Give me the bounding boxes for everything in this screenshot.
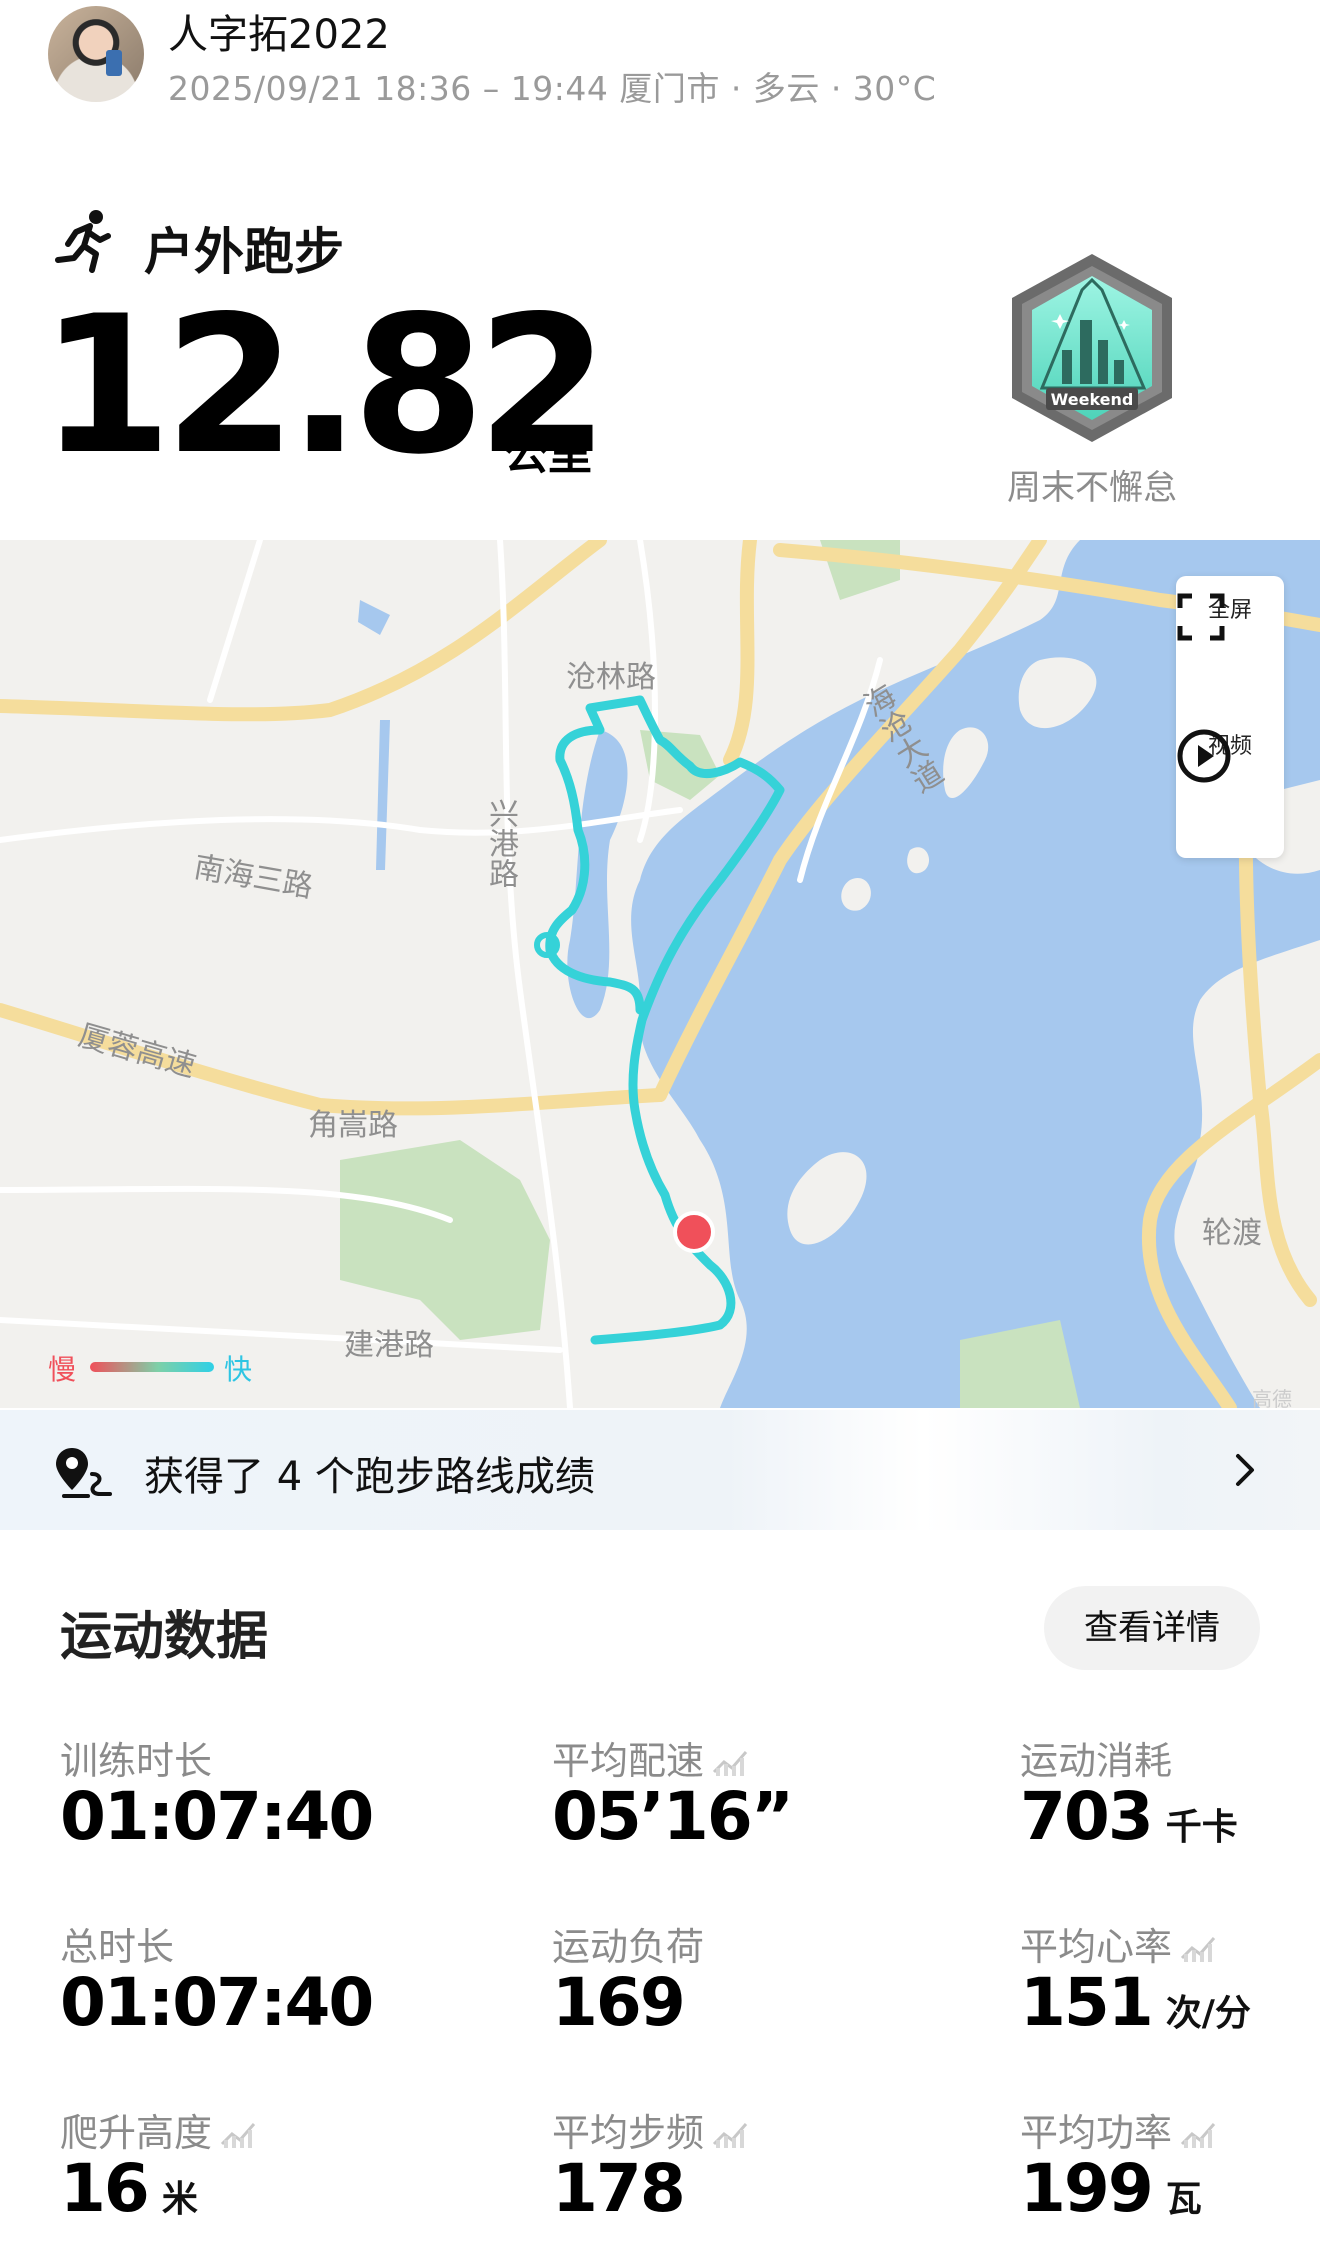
stat-label-text: 训练时长	[60, 1739, 213, 1783]
stat-label: 平均步频	[552, 2102, 748, 2157]
weekend-badge-icon[interactable]: Weekend	[1002, 250, 1182, 446]
running-icon	[55, 210, 111, 273]
play-icon	[1177, 729, 1231, 783]
stat-label: 运动消耗	[1020, 1730, 1172, 1785]
legend-fast-label: 快	[224, 1353, 253, 1386]
view-details-button[interactable]: 查看详情	[1044, 1586, 1260, 1670]
stat-item[interactable]: 平均配速 05’16”	[552, 1730, 952, 1900]
stat-value-text: 199	[1020, 2150, 1154, 2227]
stat-value: 151 次/分	[1020, 1964, 1251, 2041]
stat-label-text: 运动消耗	[1020, 1739, 1173, 1783]
stat-label-text: 平均心率	[1020, 1925, 1173, 1969]
chart-trend-icon[interactable]	[1180, 1927, 1216, 1962]
stat-value: 703 千卡	[1020, 1778, 1238, 1855]
stat-label-text: 平均步频	[552, 2111, 705, 2155]
stat-label-text: 平均功率	[1020, 2111, 1173, 2155]
stat-label-text: 爬升高度	[60, 2111, 213, 2155]
chart-trend-icon[interactable]	[712, 2113, 748, 2148]
chart-trend-icon[interactable]	[1180, 2113, 1216, 2148]
stat-value: 05’16”	[552, 1778, 794, 1855]
stat-value: 01:07:40	[60, 1778, 374, 1855]
route-pin-icon	[56, 1448, 112, 1498]
stat-item: 训练时长 01:07:40	[60, 1730, 460, 1900]
stat-item: 运动消耗 703 千卡	[1020, 1730, 1320, 1900]
stat-item[interactable]: 爬升高度 16 米	[60, 2102, 460, 2254]
workout-time-location-weather: 2025/09/21 18:36 – 19:44 厦门市 · 多云 · 30°C	[168, 69, 937, 108]
stat-item[interactable]: 平均功率 199 瓦	[1020, 2102, 1320, 2254]
fullscreen-icon	[1177, 593, 1225, 641]
stat-value-text: 151	[1020, 1964, 1154, 2041]
stat-item: 运动负荷 169	[552, 1916, 952, 2086]
stat-label: 运动负荷	[552, 1916, 704, 1971]
stat-value: 16 米	[60, 2150, 198, 2227]
stat-value: 178	[552, 2150, 686, 2227]
route-map[interactable]: 高德 沧林路 兴港路 南海三路 厦蓉高速 角嵩路 海沧大道 建港路 轮渡 全屏 …	[0, 540, 1320, 1408]
badge-name: 周末不懈怠	[1007, 468, 1177, 508]
pace-gradient-bar	[90, 1362, 214, 1372]
stat-value-text: 16	[60, 2150, 150, 2227]
stat-label: 平均功率	[1020, 2102, 1216, 2157]
stat-value: 199 瓦	[1020, 2150, 1202, 2227]
stat-label-text: 总时长	[60, 1925, 175, 1969]
avatar[interactable]	[48, 6, 144, 102]
stat-value: 169	[552, 1964, 686, 2041]
activity-type: 户外跑步	[144, 223, 344, 281]
distance-unit: 公里	[504, 429, 592, 480]
stat-unit: 千卡	[1165, 1807, 1238, 1848]
stat-label: 总时长	[60, 1916, 174, 1971]
achievement-text: 获得了 4 个跑步路线成绩	[144, 1454, 595, 1500]
map-label-xinggang-road: 兴港路	[483, 798, 518, 888]
section-title: 运动数据	[60, 1607, 269, 1667]
stat-unit: 次/分	[1165, 1993, 1251, 2034]
stat-label: 爬升高度	[60, 2102, 256, 2157]
map-label-canglin-road: 沧林路	[566, 660, 656, 695]
svg-text:高德: 高德	[1252, 1387, 1292, 1408]
stat-unit: 瓦	[1165, 2179, 1202, 2220]
stat-label-text: 平均配速	[552, 1739, 705, 1783]
stat-value: 01:07:40	[60, 1964, 374, 2041]
map-label-lundu: 轮渡	[1202, 1216, 1262, 1251]
stat-label: 训练时长	[60, 1730, 212, 1785]
stat-value-text: 169	[552, 1964, 686, 2041]
stat-value-text: 05’16”	[552, 1778, 794, 1855]
stat-item: 总时长 01:07:40	[60, 1916, 460, 2086]
map-label-jiaosong-road: 角嵩路	[308, 1108, 398, 1143]
stat-label-text: 运动负荷	[552, 1925, 705, 1969]
video-button[interactable]: 视频	[1176, 728, 1284, 783]
chart-trend-icon[interactable]	[712, 1741, 748, 1776]
chevron-right-icon	[1236, 1454, 1254, 1486]
fullscreen-button[interactable]: 全屏	[1176, 592, 1284, 641]
route-end-marker	[673, 1211, 715, 1253]
map-canvas: 高德	[0, 540, 1320, 1408]
map-controls: 全屏 视频	[1176, 576, 1284, 858]
stat-unit: 米	[161, 2179, 198, 2220]
route-achievement-banner[interactable]: 获得了 4 个跑步路线成绩	[0, 1410, 1320, 1530]
chart-trend-icon[interactable]	[220, 2113, 256, 2148]
legend-slow-label: 慢	[48, 1353, 77, 1386]
stat-item[interactable]: 平均心率 151 次/分	[1020, 1916, 1320, 2086]
workout-header: 人字拓2022 2025/09/21 18:36 – 19:44 厦门市 · 多…	[0, 0, 1320, 130]
stat-label: 平均心率	[1020, 1916, 1216, 1971]
stat-value-text: 01:07:40	[60, 1778, 374, 1855]
username[interactable]: 人字拓2022	[168, 2, 390, 60]
workout-detail-page: 人字拓2022 2025/09/21 18:36 – 19:44 厦门市 · 多…	[0, 0, 1320, 2254]
badge-text: Weekend	[1051, 390, 1134, 409]
stat-label: 平均配速	[552, 1730, 748, 1785]
stat-value-text: 01:07:40	[60, 1964, 374, 2041]
stat-value-text: 703	[1020, 1778, 1154, 1855]
map-label-jiangang-road: 建港路	[344, 1328, 434, 1363]
stat-item[interactable]: 平均步频 178	[552, 2102, 952, 2254]
park-area	[340, 1140, 550, 1340]
stat-value-text: 178	[552, 2150, 686, 2227]
